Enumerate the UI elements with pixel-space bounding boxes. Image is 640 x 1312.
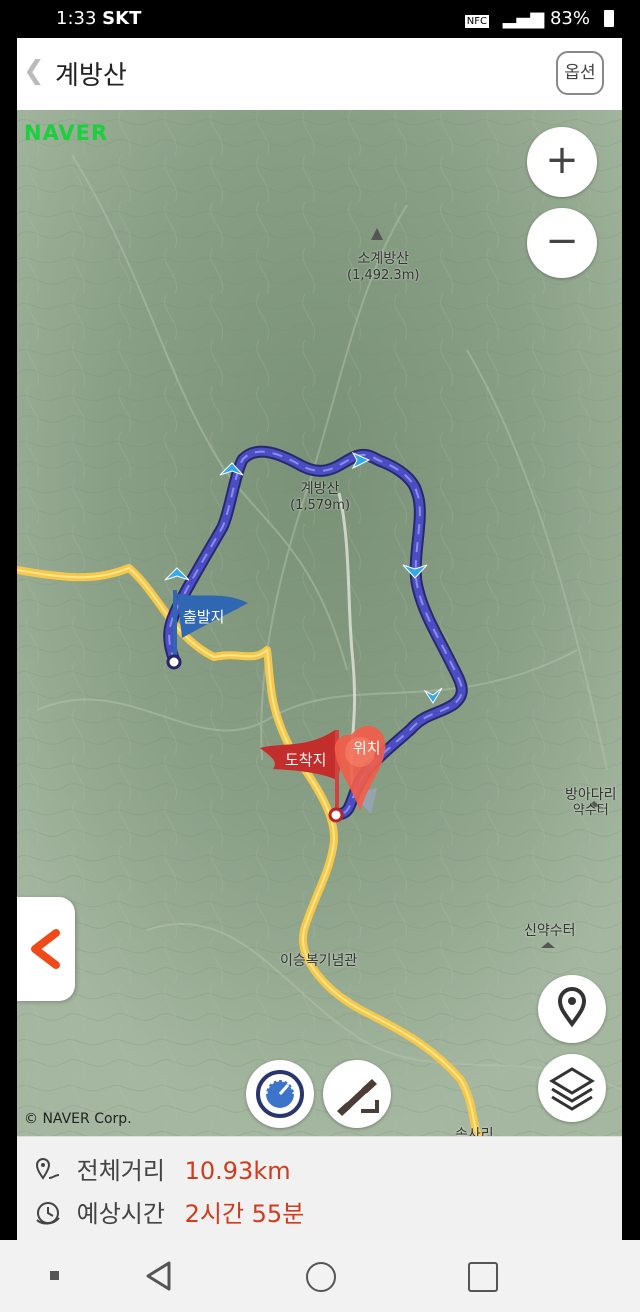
nav-home-icon[interactable] [306,1262,336,1292]
android-navigation-bar [0,1240,640,1312]
clock-route-icon [36,1202,60,1225]
battery-icon [604,10,614,27]
current-location-button[interactable] [538,975,606,1043]
layers-icon [549,1067,595,1111]
distance-label: 전체거리 [76,1157,165,1185]
village-label: 속사리 [455,1127,494,1136]
side-panel-toggle[interactable] [17,897,75,1001]
speedometer-button[interactable] [246,1060,314,1128]
app-window: ❮ 계방산 옵션 NAVER + − 소계방산 (1,492.3m) 계방산 (… [17,38,622,1241]
page-title: 계방산 [55,61,127,91]
signal-icon: ▂▄▆ [502,8,545,29]
small-peak-label: 소계방산 (1,492.3m) [347,248,419,283]
nav-back-icon[interactable] [145,1261,173,1291]
spring-1-name-line2: 약수터 [572,803,609,818]
route-summary: 전체거리 10.93km 예상시간 2시간 55분 [17,1136,622,1241]
map-pin-icon [557,987,587,1028]
memorial-label: 이승복기념관 [280,953,358,969]
zoom-out-button[interactable]: − [527,208,597,278]
map-copyright: © NAVER Corp. [24,1111,132,1127]
distance-value: 10.93km [184,1157,291,1185]
spring-2-label: 신약수터 [524,923,576,939]
options-button[interactable]: 옵션 [556,51,604,95]
status-right: NFC ▂▄▆ 83% [464,8,590,29]
current-location-label: 위치 [353,739,381,757]
main-peak-name: 계방산 [300,481,340,497]
start-point-marker[interactable] [166,654,182,670]
time-row: 예상시간 2시간 55분 [35,1194,304,1229]
battery-percent: 83% [549,8,590,29]
status-carrier: SKT [102,8,142,29]
start-flag-label: 출발지 [183,608,225,626]
slope-button[interactable] [323,1060,391,1128]
status-time: 1:33 [56,8,97,29]
main-peak-elevation: (1,579m) [290,498,351,513]
plus-icon: + [545,137,579,183]
map-layers-button[interactable] [538,1054,606,1122]
naver-logo: NAVER [24,121,109,145]
time-label: 예상시간 [76,1200,165,1228]
back-button[interactable]: ❮ [23,56,45,86]
speedometer-icon [256,1070,304,1118]
small-peak-name: 소계방산 [357,251,409,267]
map-graphic [17,110,622,1136]
app-header: ❮ 계방산 옵션 [17,38,622,108]
nfc-icon: NFC [464,15,489,28]
status-bar: 1:33 SKT NFC ▂▄▆ 83% [0,0,640,38]
spring-1-label: 방아다리 약수터 [565,787,617,819]
chevron-left-icon [31,929,60,969]
spring-1-name-line1: 방아다리 [565,787,617,803]
slope-icon [337,1079,379,1116]
distance-icon [35,1158,60,1180]
nav-recent-apps-icon[interactable] [468,1262,498,1292]
minus-icon: − [545,218,579,264]
status-left: 1:33 SKT [56,8,141,29]
small-peak-elevation: (1,492.3m) [347,268,420,283]
distance-row: 전체거리 10.93km [35,1151,291,1186]
menu-dot-icon[interactable] [50,1271,59,1280]
topographic-map[interactable]: NAVER + − 소계방산 (1,492.3m) 계방산 (1,579m) 방… [17,110,622,1136]
end-point-marker[interactable] [328,807,344,823]
zoom-in-button[interactable]: + [527,127,597,197]
main-peak-label: 계방산 (1,579m) [290,478,350,513]
end-flag-label: 도착지 [285,751,327,769]
time-value: 2시간 55분 [184,1200,305,1228]
